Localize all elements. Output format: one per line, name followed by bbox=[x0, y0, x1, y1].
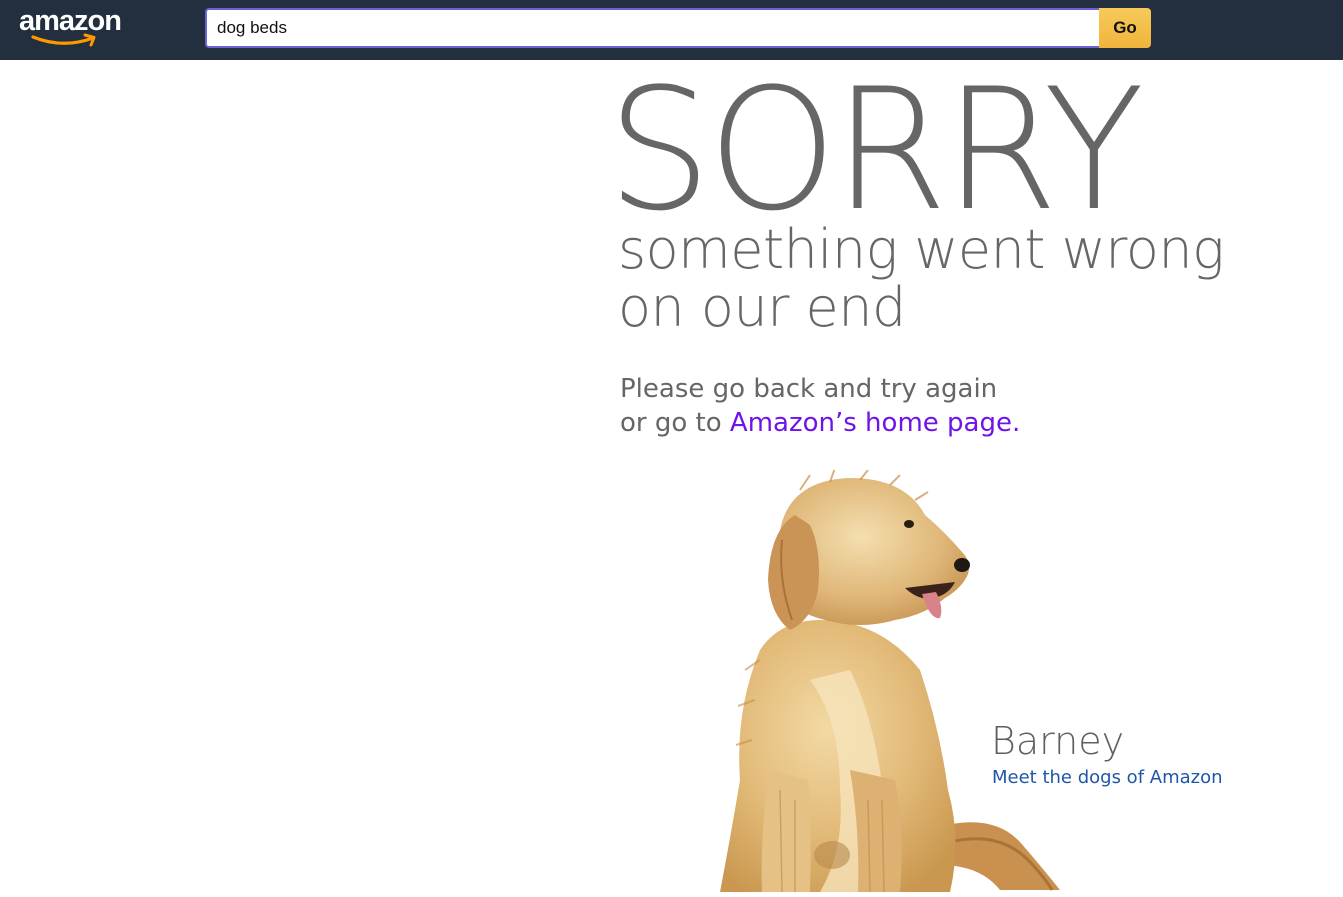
smile-arrow-icon bbox=[31, 33, 96, 47]
dog-name: Barney bbox=[991, 719, 1125, 763]
amazon-logo[interactable]: amazon bbox=[19, 5, 134, 49]
home-page-link[interactable]: Amazon’s home page. bbox=[730, 408, 1020, 438]
error-subtitle: something went wrong on our end bbox=[618, 218, 1225, 339]
error-subtitle-line-2: on our end bbox=[618, 276, 906, 339]
dog-photo bbox=[700, 467, 1080, 893]
meet-the-dogs-link[interactable]: Meet the dogs of Amazon bbox=[992, 766, 1223, 790]
error-subtitle-line-1: something went wrong bbox=[618, 218, 1225, 281]
error-instructions: Please go back and try again or go to Am… bbox=[620, 372, 1020, 440]
search-box bbox=[205, 8, 1099, 48]
search-input[interactable] bbox=[207, 10, 1099, 46]
error-title: SORRY bbox=[607, 52, 1144, 248]
instruction-line-2: or go to Amazon’s home page. bbox=[620, 406, 1020, 440]
instruction-line-1: Please go back and try again bbox=[620, 374, 998, 404]
go-button[interactable]: Go bbox=[1099, 8, 1151, 48]
instruction-prefix: or go to bbox=[620, 408, 730, 438]
top-navigation-bar: amazon Go bbox=[0, 0, 1343, 60]
dog-illustration bbox=[720, 467, 1060, 893]
